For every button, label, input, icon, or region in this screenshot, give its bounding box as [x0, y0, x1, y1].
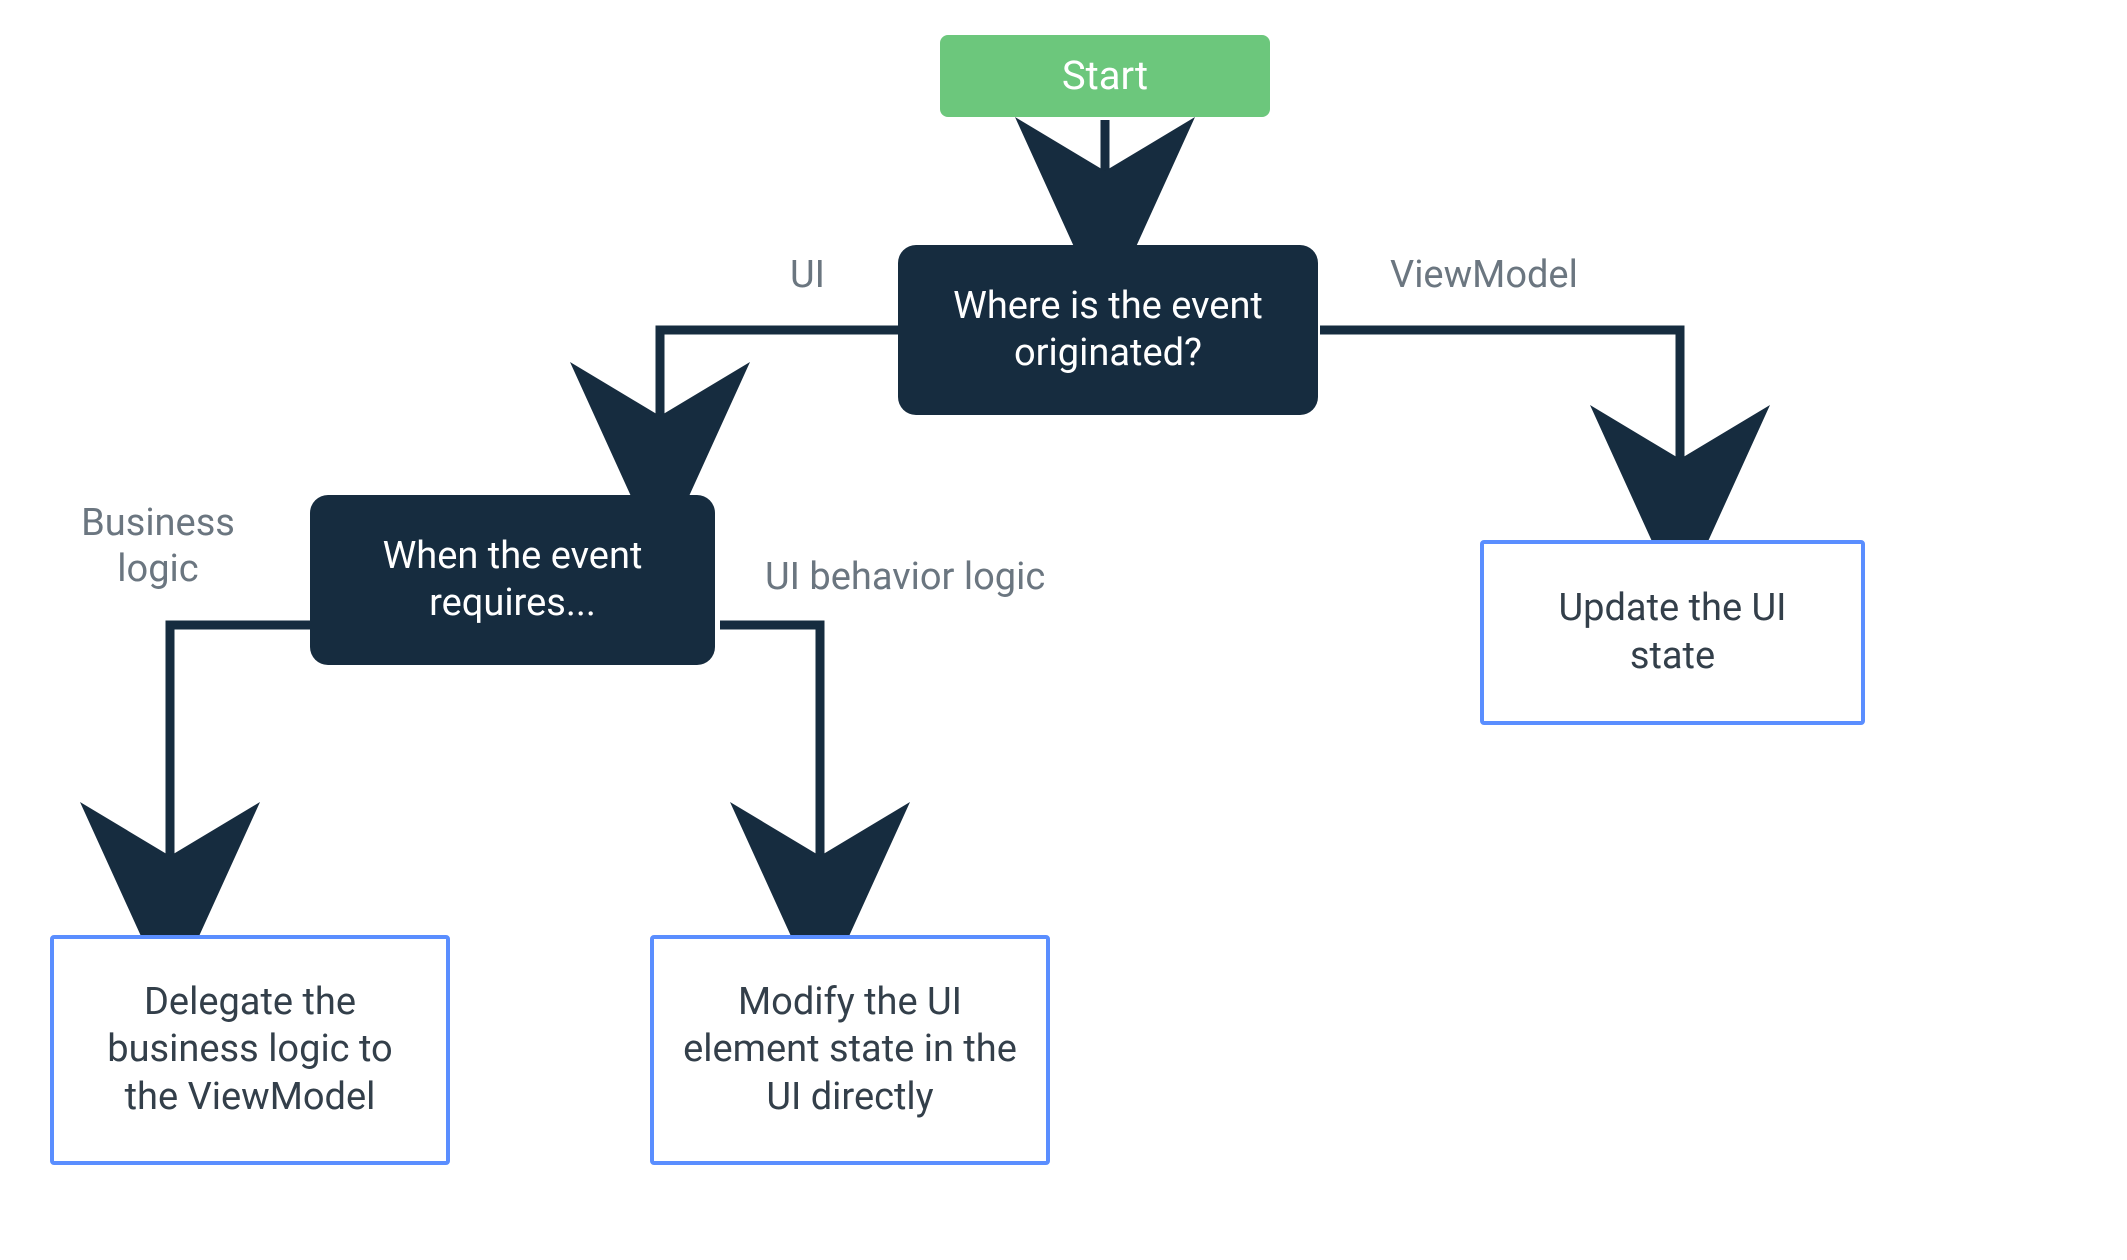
- terminal-delegate-node: Delegate the business logic to the ViewM…: [50, 935, 450, 1165]
- terminal-modify-ui-label: Modify the UI element state in the UI di…: [682, 979, 1018, 1122]
- decision-origin-node: Where is the event originated?: [898, 245, 1318, 415]
- edge-label-ui: UI: [790, 253, 825, 299]
- decision-requires-node: When the event requires...: [310, 495, 715, 665]
- edge-label-business-logic: Business logic: [58, 501, 258, 592]
- arrow-origin-to-update: [1320, 330, 1680, 513]
- decision-origin-label: Where is the event originated?: [926, 283, 1290, 378]
- terminal-update-state-node: Update the UI state: [1480, 540, 1865, 725]
- edge-label-ui-behavior-logic: UI behavior logic: [765, 555, 1045, 601]
- arrow-requires-to-modify: [720, 625, 820, 910]
- start-label: Start: [1062, 51, 1148, 101]
- edge-label-viewmodel: ViewModel: [1390, 253, 1578, 299]
- start-node: Start: [940, 35, 1270, 117]
- terminal-modify-ui-node: Modify the UI element state in the UI di…: [650, 935, 1050, 1165]
- decision-requires-label: When the event requires...: [338, 533, 687, 628]
- arrow-origin-to-requires: [660, 330, 900, 470]
- arrow-requires-to-delegate: [170, 625, 310, 910]
- terminal-update-state-label: Update the UI state: [1512, 585, 1833, 680]
- terminal-delegate-label: Delegate the business logic to the ViewM…: [82, 979, 418, 1122]
